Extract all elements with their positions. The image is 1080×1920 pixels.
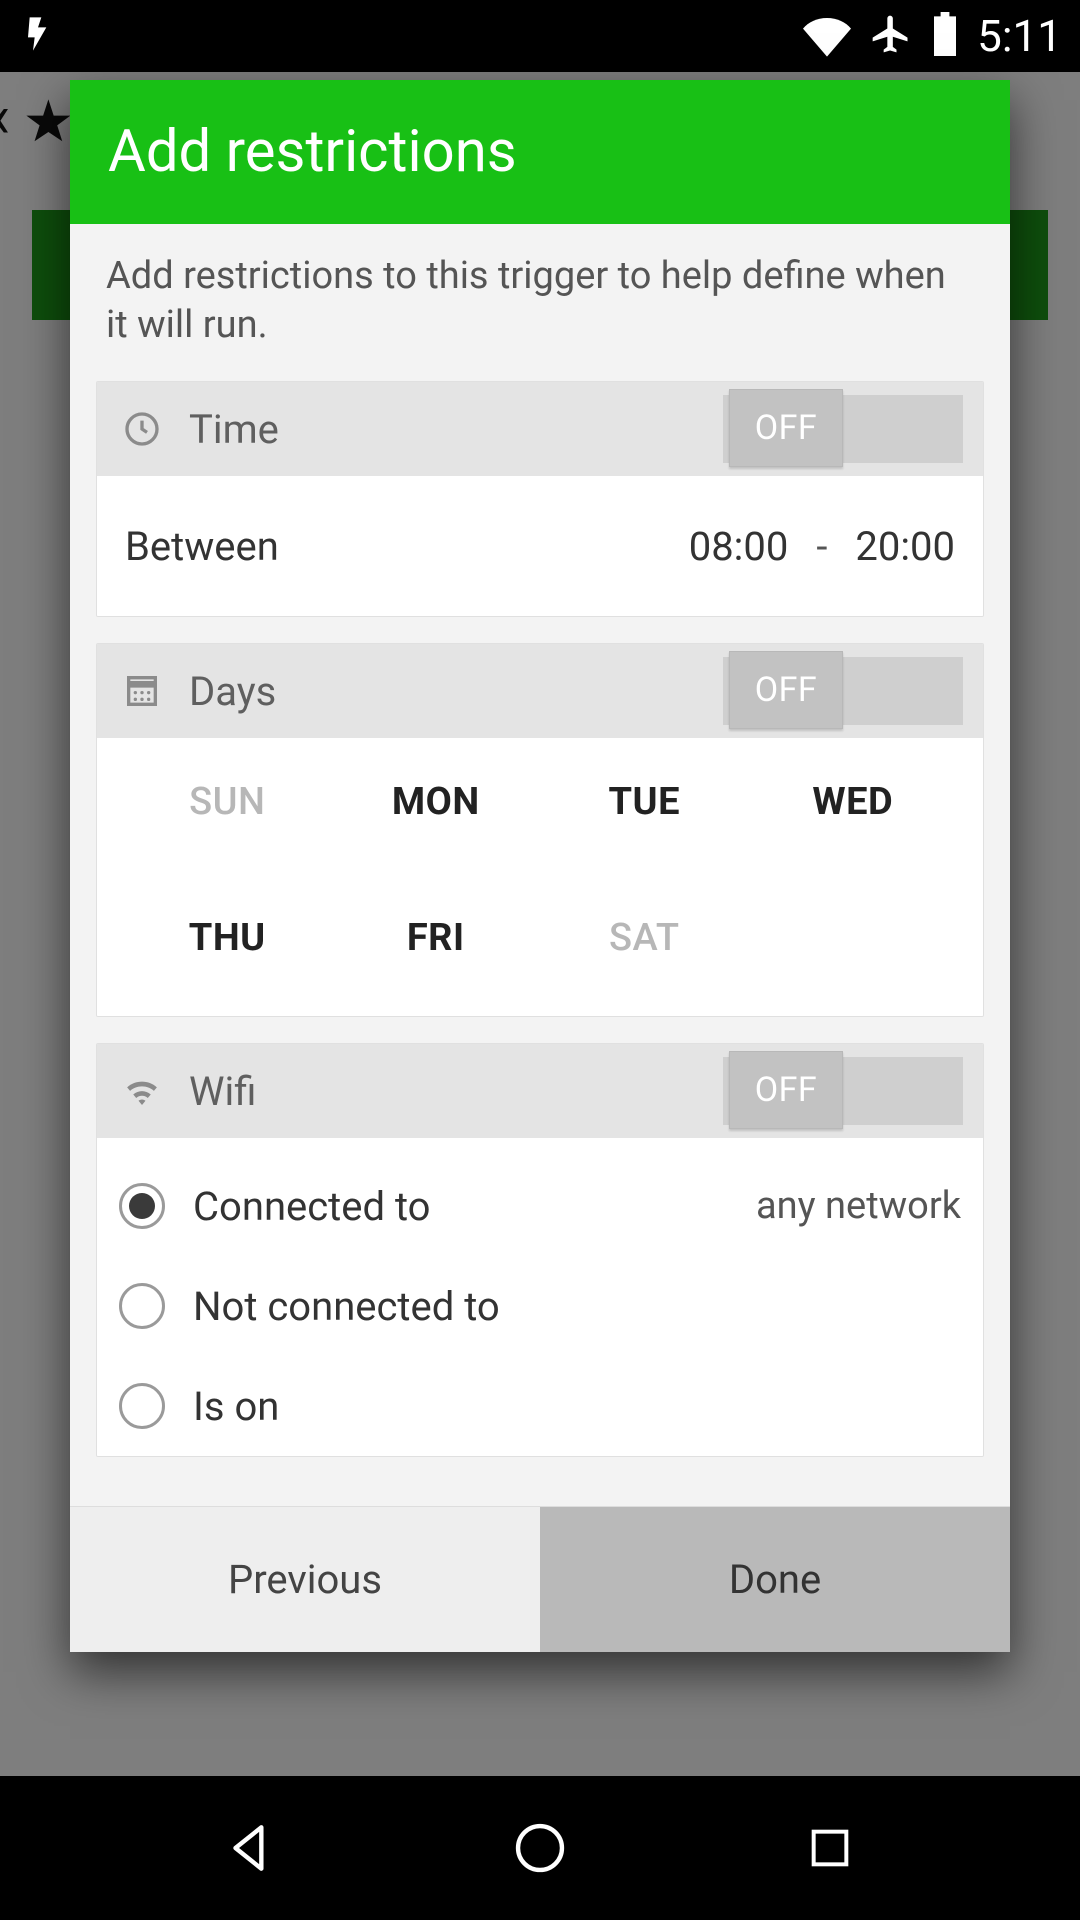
day-sun[interactable]: SUN: [123, 780, 332, 824]
days-title: Days: [189, 668, 723, 715]
time-section-header: Time OFF: [97, 382, 983, 476]
dialog-title: Add restrictions: [70, 80, 1010, 224]
wifi-toggle[interactable]: OFF: [723, 1057, 963, 1125]
wifi-option-label: Not connected to: [193, 1283, 961, 1330]
wifi-option-label: Is on: [193, 1383, 961, 1430]
flash-icon: [18, 14, 58, 58]
time-section: Time OFF Between 08:00 - 20:00: [96, 381, 984, 617]
wifi-section-icon: [117, 1070, 167, 1112]
calendar-icon: [117, 671, 167, 711]
nav-home-button[interactable]: [501, 1809, 579, 1887]
nav-back-button[interactable]: [212, 1809, 290, 1887]
radio-icon: [119, 1283, 165, 1329]
clock-icon: [117, 409, 167, 449]
wifi-section-header: Wifi OFF: [97, 1044, 983, 1138]
previous-button[interactable]: Previous: [70, 1507, 540, 1652]
airplane-icon: [869, 12, 913, 60]
time-start: 08:00: [689, 523, 789, 570]
time-separator: -: [816, 523, 827, 570]
statusbar: 5:11: [0, 0, 1080, 72]
wifi-section: Wifi OFF Connected to any network: [96, 1043, 984, 1457]
wifi-toggle-label: OFF: [729, 1051, 843, 1129]
days-toggle[interactable]: OFF: [723, 657, 963, 725]
radio-icon: [119, 1183, 165, 1229]
radio-icon: [119, 1383, 165, 1429]
day-thu[interactable]: THU: [123, 916, 332, 960]
day-fri[interactable]: FRI: [332, 916, 541, 960]
time-between-label: Between: [125, 523, 689, 570]
status-clock: 5:11: [977, 10, 1062, 62]
dialog-footer: Previous Done: [70, 1506, 1010, 1652]
wifi-title: Wifi: [189, 1068, 723, 1115]
day-wed[interactable]: WED: [749, 780, 958, 824]
wifi-option-is-on[interactable]: Is on: [119, 1356, 961, 1456]
time-toggle-label: OFF: [729, 389, 843, 467]
battery-icon: [931, 12, 959, 60]
time-end: 20:00: [855, 523, 955, 570]
done-button[interactable]: Done: [540, 1507, 1010, 1652]
time-between-row[interactable]: Between 08:00 - 20:00: [97, 476, 983, 616]
wifi-option-label: Connected to: [193, 1183, 756, 1230]
wifi-option-value: any network: [756, 1184, 961, 1228]
time-toggle[interactable]: OFF: [723, 395, 963, 463]
time-title: Time: [189, 406, 723, 453]
day-sat[interactable]: SAT: [540, 916, 749, 960]
dialog-description: Add restrictions to this trigger to help…: [70, 224, 1010, 381]
day-mon[interactable]: MON: [332, 780, 541, 824]
wifi-option-connected-to[interactable]: Connected to any network: [119, 1156, 961, 1256]
nav-recent-button[interactable]: [791, 1809, 869, 1887]
days-section-header: Days OFF: [97, 644, 983, 738]
navbar: [0, 1776, 1080, 1920]
wifi-option-not-connected-to[interactable]: Not connected to: [119, 1256, 961, 1356]
day-tue[interactable]: TUE: [540, 780, 749, 824]
days-section: Days OFF SUN MON TUE WED THU FRI SAT: [96, 643, 984, 1017]
days-toggle-label: OFF: [729, 651, 843, 729]
wifi-icon: [803, 10, 851, 62]
add-restrictions-dialog: Add restrictions Add restrictions to thi…: [70, 80, 1010, 1652]
